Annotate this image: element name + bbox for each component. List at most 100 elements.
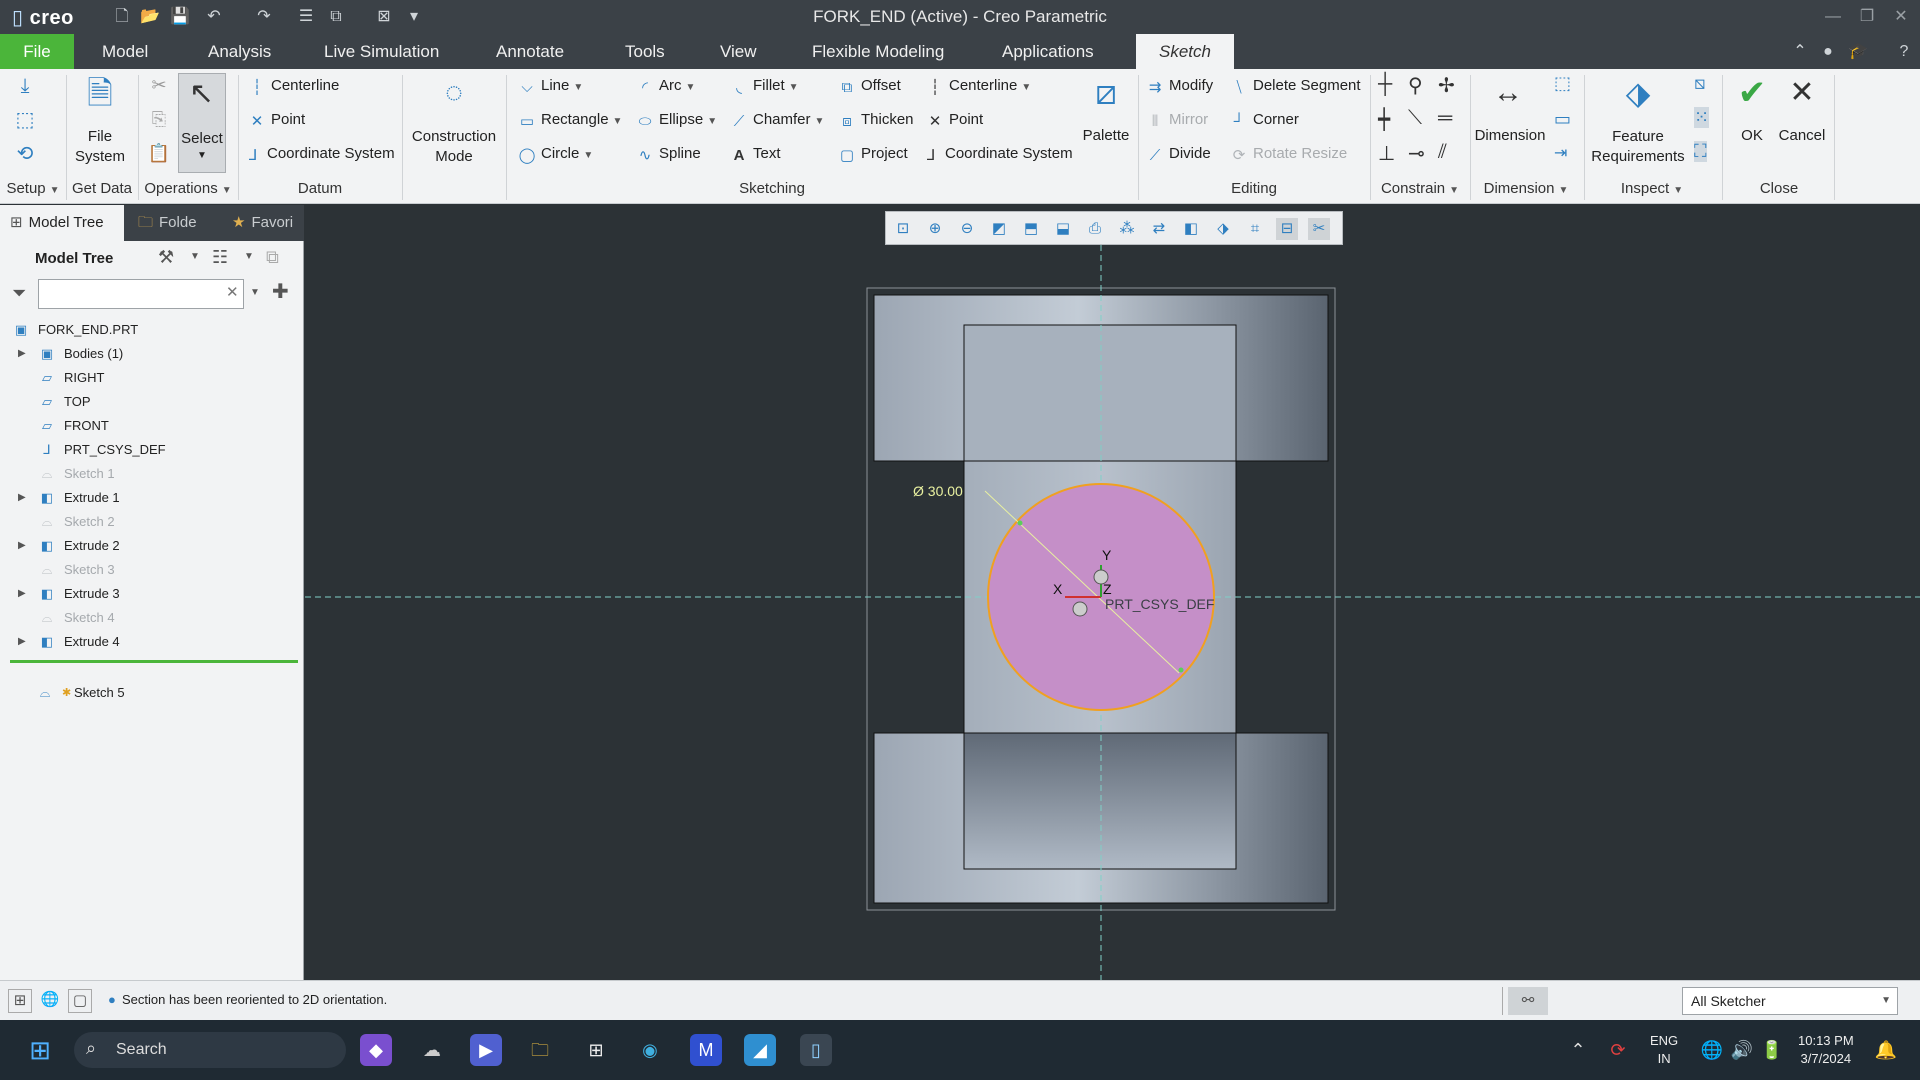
tree-settings-dropdown-icon[interactable]: ▼ bbox=[190, 251, 200, 262]
tree-filter-settings-icon[interactable]: ⧉ bbox=[266, 247, 279, 268]
equal-constraint-icon[interactable]: ═ bbox=[1438, 107, 1452, 130]
mathcad-icon[interactable]: M bbox=[690, 1034, 722, 1066]
feature-requirements-icon[interactable]: ⬗ bbox=[1616, 73, 1660, 113]
symmetric-constraint-icon[interactable]: ⊸ bbox=[1408, 141, 1425, 166]
battery-icon[interactable]: 🔋 bbox=[1756, 1034, 1788, 1066]
tab-favorites[interactable]: ★ Favori bbox=[222, 205, 304, 241]
horizontal-constraint-icon[interactable]: ┿ bbox=[1378, 107, 1390, 132]
menu-annotate[interactable]: Annotate bbox=[486, 34, 574, 69]
thicken-button[interactable]: ⧈ Thicken bbox=[838, 111, 913, 130]
collapse-ribbon-icon[interactable]: ⌃ bbox=[1790, 42, 1810, 62]
show-hidden-icons[interactable]: ⌃ bbox=[1562, 1034, 1594, 1066]
selection-filter-select[interactable]: All Sketcher ▼ bbox=[1682, 987, 1898, 1015]
fillet-button[interactable]: ◟ Fillet ▼ bbox=[730, 77, 798, 96]
taskbar-search[interactable]: ⌕ Search bbox=[74, 1032, 346, 1068]
dimension-icon[interactable]: ↔ bbox=[1486, 73, 1530, 113]
minimize-icon[interactable]: — bbox=[1818, 4, 1848, 30]
full-screen-icon[interactable]: ▢ bbox=[68, 989, 92, 1013]
notifications-icon[interactable]: 🔔 bbox=[1870, 1034, 1902, 1066]
midpoint-constraint-icon[interactable]: ✢ bbox=[1438, 73, 1455, 98]
copilot-icon[interactable]: ◆ bbox=[360, 1034, 392, 1066]
rotate-resize-button[interactable]: ⟳ Rotate Resize bbox=[1230, 145, 1348, 164]
toggle-navigator-icon[interactable]: ⊞ bbox=[8, 989, 32, 1013]
circle-button[interactable]: ◯ Circle ▼ bbox=[518, 145, 594, 164]
sketch-view-icon[interactable]: ⟲ bbox=[10, 139, 40, 169]
vertical-constraint-icon[interactable]: ┼ bbox=[1378, 73, 1392, 96]
tree-settings-icon[interactable]: ⚒ bbox=[158, 247, 174, 268]
menu-applications[interactable]: Applications bbox=[992, 34, 1104, 69]
cancel-x-icon[interactable]: ✕ bbox=[1780, 73, 1824, 113]
cancel-button[interactable]: Cancel bbox=[1776, 127, 1828, 144]
feature-requirements-button[interactable]: Feature Requirements bbox=[1590, 127, 1686, 167]
file-explorer-icon[interactable]: 🗀 bbox=[524, 1034, 556, 1066]
construction-mode-icon[interactable]: ◌ bbox=[432, 73, 476, 113]
project-button[interactable]: ▢ Project bbox=[838, 145, 908, 164]
construction-mode-button[interactable]: Construction Mode bbox=[408, 127, 500, 167]
sketch-setup-icon[interactable]: ⤓ bbox=[10, 71, 40, 101]
tree-columns-icon[interactable]: ☷ bbox=[212, 247, 228, 268]
help-icon[interactable]: ? bbox=[1894, 42, 1914, 62]
expand-icon[interactable]: ▶ bbox=[18, 535, 26, 557]
tab-folder[interactable]: 🗀 Folde bbox=[128, 205, 220, 241]
perpendicular-constraint-icon[interactable]: ⊥ bbox=[1378, 141, 1395, 166]
tree-search-input[interactable] bbox=[38, 279, 244, 309]
parallel-constraint-icon[interactable]: ⫽ bbox=[1438, 141, 1447, 164]
overlapping-geometry-icon[interactable]: ⧅ bbox=[1694, 73, 1705, 94]
expand-icon[interactable]: ▶ bbox=[18, 631, 26, 653]
close-icon[interactable]: ✕ bbox=[1886, 4, 1916, 30]
file-system-icon[interactable]: 🗎 bbox=[78, 73, 122, 113]
tree-columns-dropdown-icon[interactable]: ▼ bbox=[244, 251, 254, 262]
expand-icon[interactable]: ▶ bbox=[18, 583, 26, 605]
highlight-open-ends-icon[interactable]: ⁙ bbox=[1694, 107, 1710, 128]
clock[interactable]: 10:13 PM 3/7/2024 bbox=[1798, 1032, 1854, 1068]
corner-button[interactable]: ┘ Corner bbox=[1230, 111, 1299, 130]
menu-live-simulation[interactable]: Live Simulation bbox=[314, 34, 449, 69]
palette-icon[interactable]: ⧄ bbox=[1084, 73, 1128, 113]
clear-search-icon[interactable]: ✕ bbox=[226, 283, 239, 301]
expand-icon[interactable]: ▶ bbox=[18, 343, 26, 365]
menu-file[interactable]: File bbox=[0, 34, 74, 69]
sketch-centerline-button[interactable]: ┆ Centerline ▼ bbox=[926, 77, 1031, 96]
arc-button[interactable]: ◜ Arc ▼ bbox=[636, 77, 695, 96]
datum-centerline-button[interactable]: ┆ Centerline bbox=[248, 77, 339, 96]
tangent-constraint-icon[interactable]: ⚲ bbox=[1408, 73, 1423, 98]
meet-icon[interactable]: ▶ bbox=[470, 1034, 502, 1066]
divide-button[interactable]: ⟋ Divide bbox=[1146, 145, 1211, 164]
copy-icon[interactable]: ⎘ bbox=[146, 105, 172, 133]
restore-icon[interactable]: ❐ bbox=[1852, 4, 1882, 30]
search-dropdown-icon[interactable]: ▼ bbox=[250, 287, 260, 298]
paste-icon[interactable]: 📋 bbox=[146, 139, 172, 167]
creo-app-icon[interactable]: ◢ bbox=[744, 1034, 776, 1066]
spline-button[interactable]: ∿ Spline bbox=[636, 145, 701, 164]
sync-icon[interactable]: ⟳ bbox=[1602, 1034, 1634, 1066]
modify-button[interactable]: ⇉ Modify bbox=[1146, 77, 1213, 96]
expand-icon[interactable]: ▶ bbox=[18, 487, 26, 509]
weather-icon[interactable]: ☁ bbox=[416, 1034, 448, 1066]
group-dimension[interactable]: Dimension ▼ bbox=[1474, 180, 1578, 197]
datum-point-button[interactable]: ✕ Point bbox=[248, 111, 306, 130]
delete-segment-button[interactable]: ⧹ Delete Segment bbox=[1230, 77, 1360, 96]
learning-icon[interactable]: 🎓 bbox=[1848, 42, 1868, 62]
cut-icon[interactable]: ✂ bbox=[146, 71, 172, 99]
language-indicator[interactable]: ENG IN bbox=[1650, 1032, 1678, 1068]
store-icon[interactable]: ⊞ bbox=[580, 1034, 612, 1066]
constraint-icon-left[interactable] bbox=[1072, 601, 1088, 617]
add-filter-icon[interactable]: ✚ bbox=[272, 279, 289, 304]
text-button[interactable]: A Text bbox=[730, 145, 781, 164]
edge-icon[interactable]: ◉ bbox=[634, 1034, 666, 1066]
baseline-icon[interactable]: ▭ bbox=[1554, 109, 1571, 130]
dimension-button[interactable]: Dimension bbox=[1474, 127, 1546, 144]
rectangle-button[interactable]: ▭ Rectangle ▼ bbox=[518, 111, 623, 130]
mirror-button[interactable]: ⫴ Mirror bbox=[1146, 111, 1208, 130]
group-inspect[interactable]: Inspect ▼ bbox=[1590, 180, 1714, 197]
smart-filter-icon[interactable]: ⚯ bbox=[1508, 987, 1548, 1015]
reference-icon[interactable]: ⬚ bbox=[10, 105, 40, 135]
line-button[interactable]: ⌵ Line ▼ bbox=[518, 77, 583, 96]
ellipse-button[interactable]: ⬭ Ellipse ▼ bbox=[636, 111, 718, 130]
network-icon[interactable]: 🌐 bbox=[1696, 1034, 1728, 1066]
creo-parametric-icon[interactable]: ▯ bbox=[800, 1034, 832, 1066]
group-constrain[interactable]: Constrain ▼ bbox=[1372, 180, 1468, 197]
menu-model[interactable]: Model bbox=[92, 34, 158, 69]
sketch-csys-button[interactable]: ⅃ Coordinate System bbox=[922, 145, 1073, 164]
ok-check-icon[interactable]: ✔ bbox=[1730, 73, 1774, 113]
